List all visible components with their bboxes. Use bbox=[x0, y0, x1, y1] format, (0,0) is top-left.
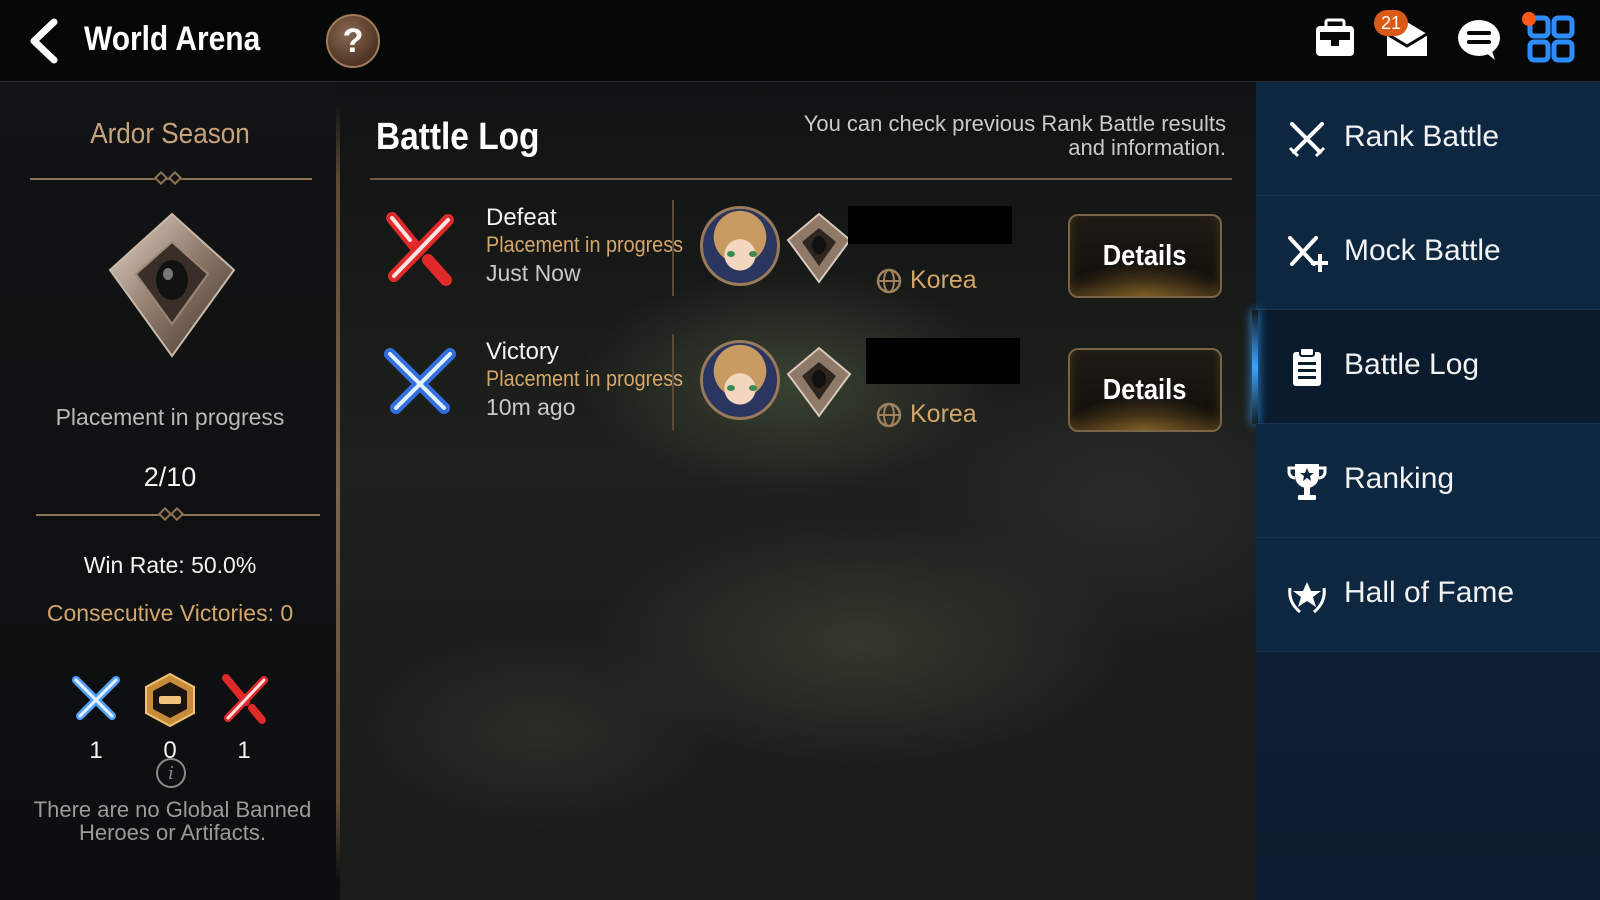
chat-button[interactable] bbox=[1454, 14, 1504, 64]
battle-log-row: Defeat Placement in progress Just Now Ko… bbox=[380, 200, 1230, 310]
sidebar-item-hall-of-fame[interactable]: Hall of Fame bbox=[1256, 538, 1600, 652]
result-status: Placement in progress bbox=[486, 232, 684, 257]
chat-icon bbox=[1458, 20, 1500, 60]
rank-emblem-icon bbox=[108, 212, 236, 358]
sidebar: Rank Battle Mock Battle Battle Log Ranki… bbox=[1252, 82, 1600, 900]
season-title: Ardor Season bbox=[90, 118, 250, 150]
sidebar-item-label: Battle Log bbox=[1344, 348, 1480, 381]
wins-count: 1 bbox=[89, 737, 103, 764]
mail-count-badge: 21 bbox=[1374, 10, 1408, 36]
server-name: Korea bbox=[910, 400, 977, 428]
sidebar-item-label: Ranking bbox=[1344, 462, 1455, 495]
defeat-swords-icon bbox=[222, 674, 268, 724]
result-label: Defeat bbox=[486, 204, 557, 231]
defeat-swords-icon bbox=[386, 212, 454, 286]
opponent-avatar[interactable] bbox=[700, 206, 780, 286]
victory-swords-icon bbox=[72, 676, 120, 720]
chest-icon bbox=[1316, 18, 1354, 56]
mail-button[interactable]: 21 bbox=[1374, 10, 1432, 64]
inventory-button[interactable] bbox=[1310, 14, 1360, 64]
top-bar: World Arena ? 21 bbox=[0, 0, 1600, 82]
sidebar-item-label: Mock Battle bbox=[1344, 234, 1501, 267]
details-button[interactable]: Details bbox=[1068, 348, 1222, 432]
consecutive-victories: Consecutive Victories: 0 bbox=[46, 600, 294, 626]
result-time: Just Now bbox=[486, 260, 581, 286]
clipboard-icon bbox=[1293, 347, 1321, 386]
chevron-left-icon bbox=[30, 18, 58, 64]
laurel-star-icon bbox=[1288, 582, 1326, 614]
row-divider bbox=[672, 200, 674, 296]
help-button[interactable]: ? bbox=[326, 14, 380, 68]
losses-stat: 1 bbox=[214, 672, 274, 765]
avatar-eyes bbox=[727, 251, 757, 257]
ornament-diamond bbox=[153, 170, 169, 186]
main-menu-button[interactable] bbox=[1522, 12, 1576, 64]
opponent-avatar[interactable] bbox=[700, 340, 780, 420]
avatar-eyes bbox=[727, 385, 757, 391]
details-button[interactable]: Details bbox=[1068, 214, 1222, 298]
losses-count: 1 bbox=[237, 737, 251, 764]
opponent-name-redacted bbox=[848, 206, 1012, 244]
info-icon[interactable]: i bbox=[156, 758, 186, 788]
section-description: You can check previous Rank Battle resul… bbox=[803, 111, 1226, 160]
result-status: Placement in progress bbox=[486, 366, 684, 391]
back-button[interactable] bbox=[22, 18, 68, 64]
sidebar-item-label: Rank Battle bbox=[1344, 120, 1500, 153]
server-name: Korea bbox=[910, 266, 977, 294]
ornament-diamond bbox=[169, 506, 185, 522]
opponent-rank-icon bbox=[786, 212, 852, 284]
victory-swords-icon bbox=[384, 348, 456, 414]
win-rate: Win Rate: 50.0% bbox=[83, 552, 257, 578]
page-title: World Arena bbox=[84, 20, 261, 58]
sidebar-item-battle-log[interactable]: Battle Log bbox=[1252, 310, 1600, 424]
globe-icon bbox=[876, 402, 902, 428]
result-time: 10m ago bbox=[486, 394, 576, 420]
opponent-name-redacted bbox=[866, 338, 1020, 384]
sidebar-item-ranking[interactable]: Ranking bbox=[1256, 424, 1600, 538]
draws-stat: 0 bbox=[140, 672, 200, 765]
ornament-diamond bbox=[167, 170, 183, 186]
sidebar-item-mock-battle[interactable]: Mock Battle bbox=[1256, 196, 1600, 310]
sidebar-item-label: Hall of Fame bbox=[1344, 576, 1515, 609]
notification-dot bbox=[1522, 12, 1536, 26]
row-divider bbox=[672, 334, 674, 430]
section-title: Battle Log bbox=[376, 116, 540, 158]
result-label: Victory bbox=[486, 338, 559, 365]
season-panel: Ardor Season Placement in progress 2/10 … bbox=[0, 82, 340, 900]
globe-icon bbox=[876, 268, 902, 294]
placement-progress: 2/10 bbox=[143, 462, 197, 492]
header-divider bbox=[370, 178, 1232, 180]
sidebar-item-rank-battle[interactable]: Rank Battle bbox=[1256, 82, 1600, 196]
details-label: Details bbox=[1103, 373, 1187, 406]
battle-log-row: Victory Placement in progress 10m ago Ko… bbox=[380, 334, 1230, 444]
crossed-swords-icon bbox=[1288, 122, 1326, 158]
banned-notice: There are no Global Banned Heroes or Art… bbox=[33, 797, 312, 845]
details-label: Details bbox=[1103, 239, 1187, 272]
draw-hexagon-icon bbox=[145, 672, 195, 728]
placement-status: Placement in progress bbox=[55, 404, 285, 430]
opponent-rank-icon bbox=[786, 346, 852, 418]
wins-stat: 1 bbox=[66, 672, 126, 765]
trophy-icon bbox=[1287, 464, 1327, 500]
question-icon: ? bbox=[342, 21, 364, 60]
crossed-swords-plus-icon bbox=[1288, 236, 1328, 272]
